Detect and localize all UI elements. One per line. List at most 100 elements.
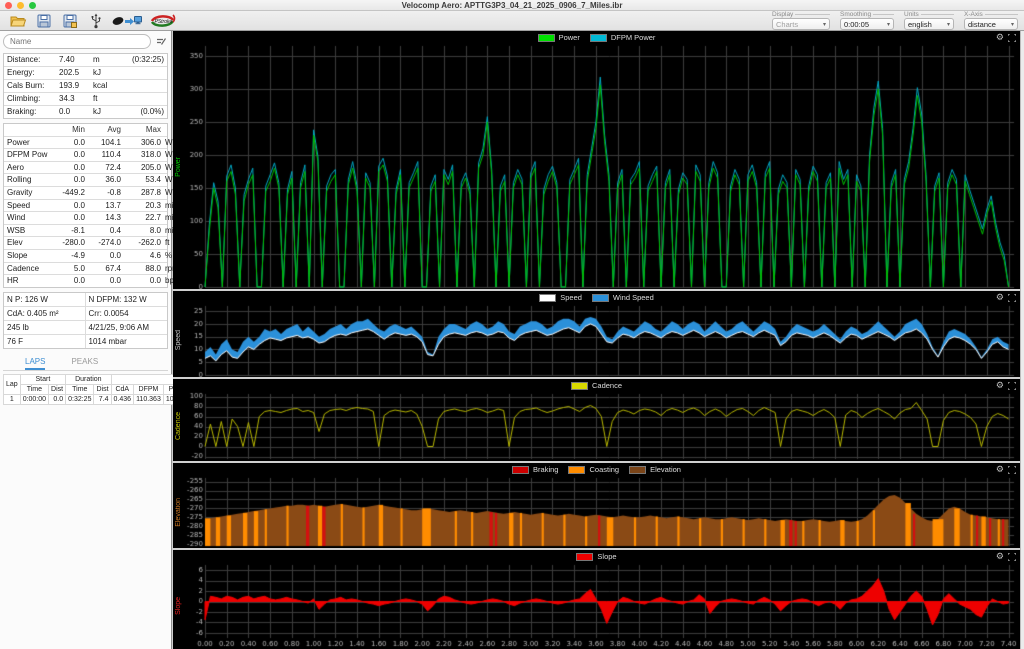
power-legend-swatch [537,33,555,42]
speed-legend-label: Speed [560,293,582,302]
chevron-down-icon: ▾ [1010,21,1014,28]
summary-row: 76 F 1014 mbar [4,334,167,348]
units-select[interactable]: english ▾ [904,18,954,30]
elevation-chart-canvas[interactable] [183,476,1018,548]
expand-icon[interactable] [1008,293,1016,302]
power-chart-canvas[interactable] [183,44,1018,289]
stat-row: Braking: 0.0 kJ (0.0%) [7,107,164,116]
slope-axis-label: Slope [174,597,182,615]
pstroke-logo-icon: PStroke [150,13,176,27]
gear-icon[interactable]: ⚙ [996,381,1004,390]
gear-icon[interactable]: ⚙ [996,465,1004,474]
cadence-axis-label: Cadence [174,412,182,441]
tab-peaks[interactable]: PEAKS [71,357,98,370]
lap-table-sub-header: Time Dist Time Dist CdA DFPM Power [4,383,195,395]
toolbar: PStroke Display Charts ▾ Smoothing 0:00:0… [0,11,1024,31]
elevation-axis-label: Elevation [174,497,182,527]
wind-legend-swatch [591,293,609,302]
slope-legend-label: Slope [597,552,617,561]
metric-row-slope: Slope -4.9 0.0 4.6% [4,250,172,263]
slope-chart-panel: Slope ⚙ Slope [173,550,1020,649]
cadence-legend-swatch [570,381,588,390]
cadence-chart-canvas[interactable] [183,392,1018,461]
display-select[interactable]: Charts ▾ [772,18,830,30]
metric-row-wsb: WSB-8.10.48.0mi/h [4,225,180,238]
expand-icon[interactable] [1008,381,1016,390]
power-chart-panel: Power DFPM Power ⚙ Power [173,31,1020,289]
save-as-icon [63,14,77,28]
speed-legend-swatch [539,293,557,302]
dfpm-legend-label: DFPM Power [610,33,656,42]
metric-row-hr: HR0.00.00.0bpm [7,276,181,286]
svg-text:PStroke: PStroke [155,19,173,25]
display-label: Display [772,11,830,18]
tab-laps[interactable]: LAPS [25,357,46,370]
cadence-chart-panel: Cadence ⚙ Cadence [173,379,1020,461]
chevron-down-icon: ▾ [886,21,890,28]
coasting-legend-swatch [568,465,586,474]
open-file-button[interactable] [6,12,30,30]
send-to-device-button[interactable] [110,12,144,30]
metric-row-cadence: Cadence 5.0 67.4 88.0 rpm [4,263,179,276]
summary-row: 245 lb 4/21/25, 9:06 AM [4,320,167,335]
stat-row: Cals Burn: 193.9 kcal [4,80,167,93]
summary-row: N P: 126 WN DFPM: 132 W [4,292,167,307]
min-avg-max-header: Min Avg Max [4,124,167,137]
xaxis-control: X-Axis distance ▾ [964,11,1018,30]
ride-stats: Distance: 7.40 m (0:32:25) Energy: 202.5 kJ C… [3,53,168,119]
dfpm-legend-swatch [589,33,607,42]
pstroke-button[interactable]: PStroke [146,12,180,30]
speed-axis-label: Speed [174,330,182,351]
speed-chart-canvas[interactable] [183,304,1018,377]
elevation-chart-panel: Braking Coasting Elevation ⚙ Elevation [173,463,1020,548]
smoothing-control: Smoothing 0:00:05 ▾ [840,11,894,30]
units-label: Units [904,11,954,18]
braking-legend-label: Braking [533,465,559,474]
charts-column: Power DFPM Power ⚙ Power Speed Wind Spee… [173,31,1020,649]
left-panel: Distance:7.40m(0:32:25) Energy:202.5kJ C… [0,31,195,649]
laps-peaks-tabs: LAPS PEAKS [3,353,168,371]
smoothing-select[interactable]: 0:00:05 ▾ [840,18,894,30]
usb-import-button[interactable] [84,12,108,30]
metric-row-speed: Speed0.013.720.3mi/h [4,200,180,213]
chevron-down-icon: ▾ [822,21,826,28]
gear-icon[interactable]: ⚙ [996,33,1004,42]
scrollbar-track[interactable] [1020,31,1024,649]
speed-chart-panel: Speed Wind Speed ⚙ Speed [173,291,1020,377]
expand-icon[interactable] [1008,552,1016,561]
expand-icon[interactable] [1008,465,1016,474]
usb-icon [91,13,101,28]
slope-chart-canvas[interactable] [183,563,1018,649]
window-title: Velocomp Aero: APTTG3P3_04_21_2025_0906_… [401,1,623,10]
titlebar: Velocomp Aero: APTTG3P3_04_21_2025_0906_… [0,0,1024,11]
braking-legend-swatch [512,465,530,474]
elevation-legend-label: Elevation [650,465,681,474]
save-button[interactable] [32,12,56,30]
metric-row-wind: Wind0.014.322.7mi/h [4,212,180,225]
gear-icon[interactable]: ⚙ [996,552,1004,561]
expand-icon[interactable] [1008,33,1016,42]
gear-icon[interactable]: ⚙ [996,293,1004,302]
slope-legend-swatch [576,552,594,561]
stat-row: Climbing: 34.3 ft [4,93,167,106]
display-control: Display Charts ▾ [772,11,830,30]
chevron-down-icon: ▾ [946,21,950,28]
smoothing-label: Smoothing [840,11,894,18]
xaxis-select[interactable]: distance ▾ [964,18,1018,30]
metric-row-power: Power 0.0 104.1 306.0 W [4,137,173,150]
units-control: Units english ▾ [904,11,954,30]
power-axis-label: Power [174,156,182,177]
metric-row-aero: Aero 0.0 72.4 205.0 W [4,162,173,175]
stat-row: Distance: 7.40 m (0:32:25) [4,54,167,67]
device-to-display-icon [112,16,142,25]
ride-name-input[interactable] [3,34,151,49]
stat-row: Energy: 202.5 kJ [4,67,167,80]
lap-row[interactable]: 1 0:00:00 0.0 0:32:25 7.4 0.436 110.363 … [3,393,195,405]
metric-row-dfpm: DFPM Pow 0.0 110.4 318.0 W [4,149,173,162]
min-avg-max-table: Min Avg Max Power 0.0 104.1 306.0 W DFPM Pow 0.… [3,123,181,288]
edit-name-icon[interactable] [154,35,168,49]
metric-row-rolling: Rolling 0.0 36.0 53.4 W [4,174,173,187]
save-icon [37,14,51,27]
cadence-legend-label: Cadence [591,381,623,390]
save-as-button[interactable] [58,12,82,30]
